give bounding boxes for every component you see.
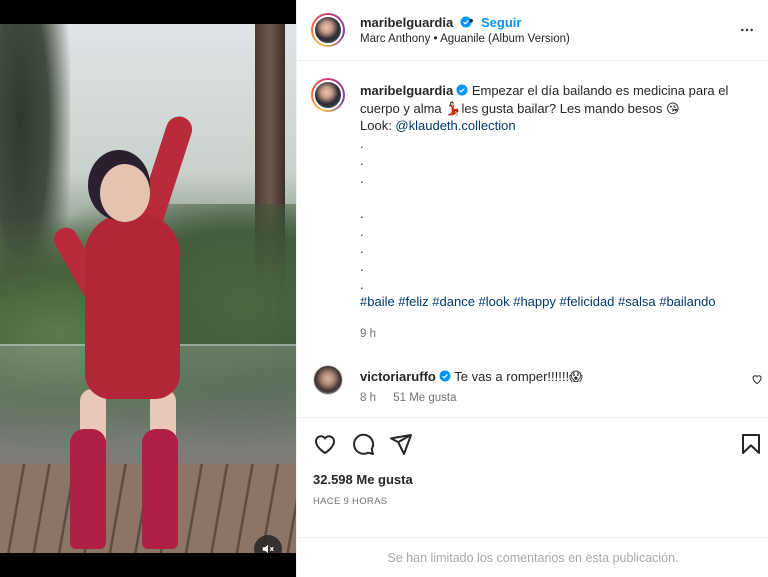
- bookmark-icon[interactable]: [739, 432, 763, 456]
- follow-button[interactable]: Seguir: [481, 15, 521, 30]
- comment-icon[interactable]: [351, 432, 375, 456]
- caption-dot: [360, 188, 752, 206]
- share-icon[interactable]: [389, 432, 413, 456]
- dancer-boot: [70, 429, 106, 549]
- likes-count[interactable]: 32.598 Me gusta: [313, 472, 413, 487]
- comment-likes[interactable]: 51 Me gusta: [393, 392, 456, 404]
- volume-muted-icon: [262, 544, 274, 553]
- caption-dot: .: [360, 223, 364, 239]
- post-detail-panel: maribelguardia • Seguir Marc Anthony • A…: [296, 0, 768, 577]
- comment-timestamp[interactable]: 8 h: [360, 392, 376, 404]
- caption-dot: .: [360, 258, 364, 274]
- caption-body: maribelguardia Empezar el día bailando e…: [360, 82, 752, 311]
- heart-icon[interactable]: [751, 373, 763, 385]
- caption-dot: .: [360, 276, 364, 292]
- commenter-avatar[interactable]: [313, 365, 343, 395]
- comment-text: Te vas a romper!!!!!!😱: [454, 369, 583, 384]
- caption-dot: .: [360, 135, 364, 151]
- post-video[interactable]: [0, 24, 296, 553]
- commenter-username[interactable]: victoriaruffo: [360, 369, 436, 384]
- heart-icon[interactable]: [313, 432, 337, 456]
- post-time-ago[interactable]: HACE 9 HORAS: [313, 496, 387, 507]
- caption-dot: .: [360, 153, 364, 169]
- dancer-head: [100, 164, 150, 222]
- author-username[interactable]: maribelguardia: [360, 15, 453, 30]
- caption-dots: . . . . . . . .: [360, 135, 752, 293]
- post-header: maribelguardia • Seguir Marc Anthony • A…: [297, 0, 768, 61]
- look-label: Look:: [360, 118, 396, 134]
- verified-badge-icon: [439, 370, 451, 382]
- caption-timestamp[interactable]: 9 h: [360, 328, 376, 340]
- dancer-dress: [85, 214, 180, 399]
- caption-hashtags[interactable]: #baile #feliz #dance #look #happy #felic…: [360, 293, 752, 311]
- verified-badge-icon: [456, 84, 468, 96]
- caption-dot: .: [360, 170, 364, 186]
- caption-author-avatar[interactable]: [311, 78, 345, 112]
- caption-dot: .: [360, 241, 364, 257]
- comments-limited-notice: Se han limitado los comentarios en esta …: [387, 550, 679, 565]
- comments-limited-footer: Se han limitado los comentarios en esta …: [297, 537, 768, 577]
- more-options-icon[interactable]: [737, 22, 757, 38]
- post-actions: 32.598 Me gusta HACE 9 HORAS: [297, 417, 768, 545]
- audio-track-link[interactable]: Marc Anthony • Aguanile (Album Version): [360, 33, 570, 45]
- comment-meta: 8 h 51 Me gusta: [360, 392, 471, 404]
- dancer-boot: [142, 429, 178, 549]
- caption-dot: .: [360, 206, 364, 222]
- separator-dot: •: [469, 13, 474, 28]
- caption-username[interactable]: maribelguardia: [360, 83, 453, 98]
- author-avatar[interactable]: [311, 13, 345, 47]
- comment-body: victoriaruffo Te vas a romper!!!!!!😱: [360, 369, 583, 385]
- author-username-row: maribelguardia: [360, 15, 472, 30]
- look-mention-link[interactable]: @klaudeth.collection: [395, 118, 515, 133]
